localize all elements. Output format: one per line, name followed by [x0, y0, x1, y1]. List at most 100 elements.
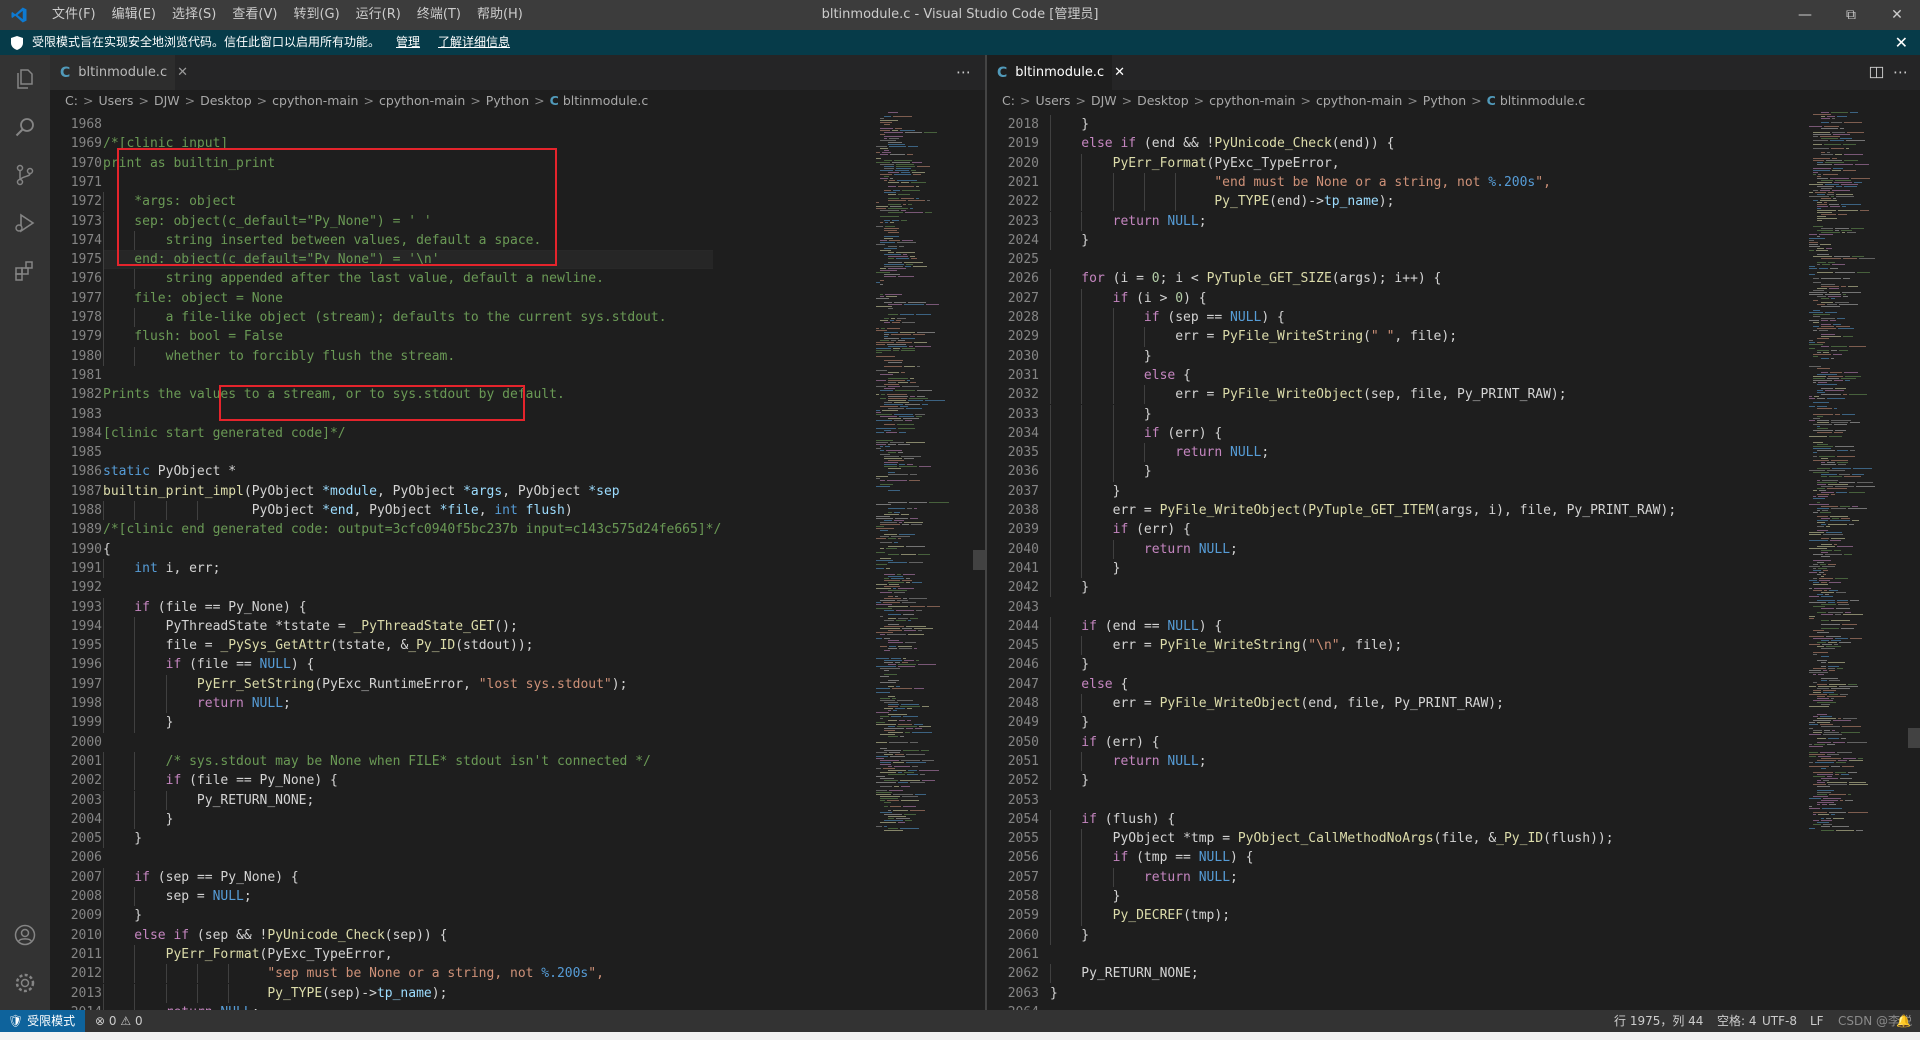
- code-line[interactable]: err = PyFile_WriteObject(end, file, Py_P…: [1050, 694, 1504, 713]
- code-line[interactable]: err = PyFile_WriteObject(sep, file, Py_P…: [1050, 385, 1566, 404]
- line-number[interactable]: 2018: [987, 115, 1039, 134]
- line-number[interactable]: 2057: [987, 868, 1039, 887]
- line-number[interactable]: 2042: [987, 578, 1039, 597]
- line-number[interactable]: 1978: [50, 308, 102, 327]
- breadcrumb-item[interactable]: bltinmodule.c: [563, 93, 648, 108]
- breadcrumb-item[interactable]: DJW: [1091, 93, 1117, 108]
- code-line[interactable]: "sep must be None or a string, not %.200…: [103, 964, 604, 983]
- line-number[interactable]: 1976: [50, 269, 102, 288]
- code-line[interactable]: if (end == NULL) {: [1050, 617, 1222, 636]
- line-number[interactable]: 2003: [50, 791, 102, 810]
- line-number[interactable]: 2032: [987, 385, 1039, 404]
- line-number[interactable]: 2050: [987, 733, 1039, 752]
- line-number[interactable]: 1981: [50, 366, 102, 385]
- line-number[interactable]: 2062: [987, 964, 1039, 983]
- scrollbar-thumb[interactable]: [973, 550, 985, 570]
- code-line[interactable]: else if (end && !PyUnicode_Check(end)) {: [1050, 134, 1394, 153]
- breadcrumb-item[interactable]: C:: [65, 93, 78, 108]
- breadcrumb-item[interactable]: cpython-main: [272, 93, 358, 108]
- vertical-scrollbar[interactable]: [1908, 112, 1920, 1010]
- breadcrumb-item[interactable]: Users: [1035, 93, 1070, 108]
- code-line[interactable]: err = PyFile_WriteString(" ", file);: [1050, 327, 1457, 346]
- line-number[interactable]: 2029: [987, 327, 1039, 346]
- breadcrumb-item[interactable]: Python: [486, 93, 529, 108]
- line-number[interactable]: 1993: [50, 598, 102, 617]
- line-number[interactable]: 2048: [987, 694, 1039, 713]
- line-number[interactable]: 2006: [50, 848, 102, 867]
- code-line[interactable]: Py_TYPE(end)->tp_name);: [1050, 192, 1394, 211]
- line-number[interactable]: 2000: [50, 733, 102, 752]
- code-line[interactable]: }: [1050, 771, 1089, 790]
- vertical-scrollbar[interactable]: [973, 112, 985, 1010]
- source-control-icon[interactable]: [13, 163, 37, 187]
- tab-bltinmodule-right[interactable]: C bltinmodule.c ✕: [987, 55, 1125, 90]
- line-number[interactable]: 2045: [987, 636, 1039, 655]
- run-debug-icon[interactable]: [13, 211, 37, 235]
- code-line[interactable]: }: [103, 906, 142, 925]
- line-number[interactable]: 2025: [987, 250, 1039, 269]
- code-line[interactable]: PyErr_Format(PyExc_TypeError,: [103, 945, 393, 964]
- line-number[interactable]: 2021: [987, 173, 1039, 192]
- line-number[interactable]: 2023: [987, 212, 1039, 231]
- code-line[interactable]: }: [1050, 115, 1089, 134]
- line-number[interactable]: 2031: [987, 366, 1039, 385]
- code-line[interactable]: }: [103, 829, 142, 848]
- code-line[interactable]: /* sys.stdout may be None when FILE* std…: [103, 752, 651, 771]
- code-line[interactable]: static PyObject *: [103, 462, 236, 481]
- line-number[interactable]: 2043: [987, 598, 1039, 617]
- code-line[interactable]: }: [1050, 482, 1121, 501]
- code-line[interactable]: PyThreadState *tstate = _PyThreadState_G…: [103, 617, 518, 636]
- line-number[interactable]: 2061: [987, 945, 1039, 964]
- line-number[interactable]: 1987: [50, 482, 102, 501]
- line-number[interactable]: 2009: [50, 906, 102, 925]
- code-line[interactable]: sep = NULL;: [103, 887, 252, 906]
- line-number[interactable]: 1982: [50, 385, 102, 404]
- line-number[interactable]: 1974: [50, 231, 102, 250]
- code-line[interactable]: return NULL;: [103, 1003, 260, 1010]
- line-number[interactable]: 2038: [987, 501, 1039, 520]
- code-line[interactable]: return NULL;: [103, 694, 291, 713]
- menu-run[interactable]: 运行(R): [348, 0, 409, 30]
- line-number[interactable]: 2040: [987, 540, 1039, 559]
- breadcrumb-item[interactable]: Users: [98, 93, 133, 108]
- line-number[interactable]: 1995: [50, 636, 102, 655]
- line-number[interactable]: 1968: [50, 115, 102, 134]
- indentation[interactable]: 空格: 4: [1717, 1010, 1757, 1032]
- line-number[interactable]: 1980: [50, 347, 102, 366]
- encoding[interactable]: UTF-8: [1762, 1010, 1797, 1032]
- code-line[interactable]: print as builtin_print: [103, 154, 275, 173]
- line-number[interactable]: 2014: [50, 1003, 102, 1010]
- code-area[interactable]: 2018 } 2019 else if (end && !PyUnicode_Ch…: [987, 112, 1920, 1010]
- search-icon[interactable]: [13, 115, 37, 139]
- code-line[interactable]: if (err) {: [1050, 520, 1191, 539]
- line-number[interactable]: 1991: [50, 559, 102, 578]
- line-number[interactable]: 2034: [987, 424, 1039, 443]
- code-line[interactable]: builtin_print_impl(PyObject *module, PyO…: [103, 482, 620, 501]
- line-number[interactable]: 2063: [987, 984, 1039, 1003]
- menu-terminal[interactable]: 终端(T): [409, 0, 469, 30]
- line-number[interactable]: 2007: [50, 868, 102, 887]
- line-number[interactable]: 2041: [987, 559, 1039, 578]
- line-number[interactable]: 2049: [987, 713, 1039, 732]
- code-line[interactable]: [clinic start generated code]*/: [103, 424, 346, 443]
- code-line[interactable]: }: [1050, 713, 1089, 732]
- menu-file[interactable]: 文件(F): [44, 0, 104, 30]
- line-number[interactable]: 1986: [50, 462, 102, 481]
- line-number[interactable]: 1988: [50, 501, 102, 520]
- explorer-icon[interactable]: [13, 67, 37, 91]
- code-line[interactable]: if (file == NULL) {: [103, 655, 315, 674]
- minimap[interactable]: [1809, 112, 1901, 1010]
- code-line[interactable]: else {: [1050, 675, 1128, 694]
- code-line[interactable]: else if (sep && !PyUnicode_Check(sep)) {: [103, 926, 447, 945]
- code-line[interactable]: if (file == Py_None) {: [103, 771, 338, 790]
- minimap[interactable]: [876, 112, 968, 1010]
- breadcrumb-item[interactable]: bltinmodule.c: [1500, 93, 1585, 108]
- line-number[interactable]: 1996: [50, 655, 102, 674]
- line-number[interactable]: 1969: [50, 134, 102, 153]
- line-number[interactable]: 1985: [50, 443, 102, 462]
- breadcrumb-item[interactable]: cpython-main: [1209, 93, 1295, 108]
- menu-view[interactable]: 查看(V): [224, 0, 285, 30]
- split-editor-icon[interactable]: [1869, 65, 1884, 80]
- code-line[interactable]: }: [1050, 405, 1152, 424]
- code-line[interactable]: file = _PySys_GetAttr(tstate, &_Py_ID(st…: [103, 636, 534, 655]
